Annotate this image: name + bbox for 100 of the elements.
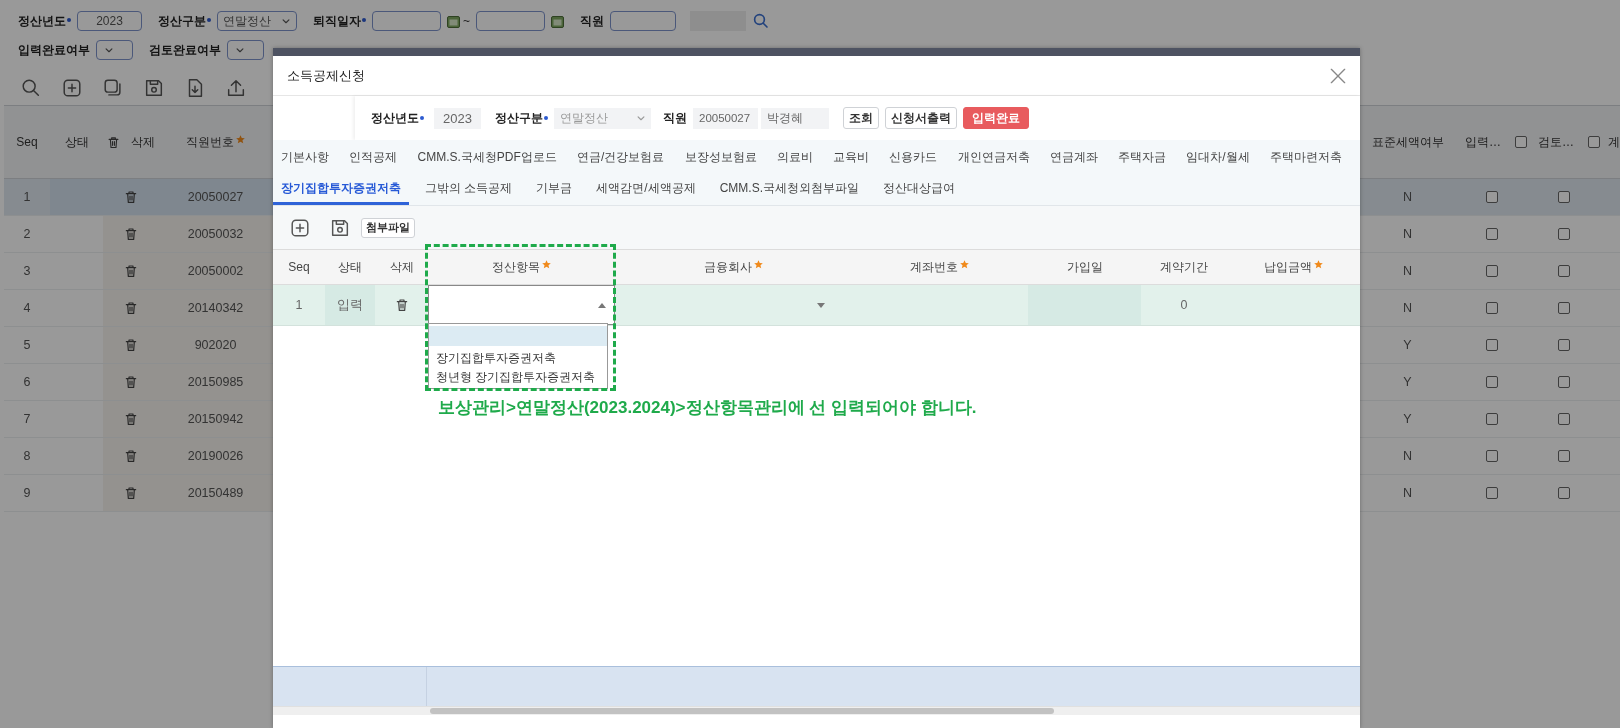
dropdown-option[interactable]: 장기집합투자증권저축 [429, 349, 607, 368]
checkbox[interactable] [1485, 376, 1498, 388]
checkbox[interactable] [1485, 413, 1498, 425]
add-icon[interactable] [61, 77, 83, 99]
column-header: 삭제 [131, 133, 155, 151]
table-cell: 20150489 [187, 486, 244, 500]
year-field[interactable]: 2023 [434, 107, 481, 129]
tab[interactable]: 임대차/월세 [1178, 143, 1258, 174]
column-header: 납입금액 [1264, 258, 1323, 276]
caret-up-icon[interactable] [598, 302, 606, 308]
checkbox[interactable] [1485, 302, 1498, 314]
checkbox[interactable] [1485, 339, 1498, 351]
year-field[interactable]: 2023 [77, 11, 142, 31]
table-cell: 3 [23, 264, 31, 278]
item-dropdown[interactable] [428, 285, 615, 325]
table-cell: 20150942 [187, 412, 244, 426]
column-header: 가입일 [1066, 258, 1103, 276]
checkbox[interactable] [1558, 487, 1570, 499]
required-star-icon [236, 134, 245, 144]
checkbox[interactable] [1588, 136, 1600, 148]
column-header: 계약기간 [1160, 258, 1208, 276]
tab[interactable]: 주택마련저축 [1261, 143, 1350, 174]
employee-field[interactable] [610, 11, 676, 31]
field-label: 입력완료여부 [18, 41, 90, 59]
calendar-icon[interactable] [447, 14, 460, 28]
action-button[interactable]: 신청서출력 [885, 107, 957, 129]
column-header: 직원번호 [186, 133, 245, 151]
trash-icon[interactable] [106, 134, 121, 150]
tab[interactable]: 연금/건강보험료 [569, 143, 673, 174]
tab[interactable]: 그밖의 소득공제 [417, 174, 521, 205]
caret-down-icon[interactable] [817, 302, 825, 308]
scrollbar-thumb[interactable] [430, 708, 1054, 714]
tab[interactable]: 주택자금 [1110, 143, 1175, 174]
checkbox[interactable] [1558, 228, 1570, 240]
column-header: Seq [16, 135, 38, 149]
dropdown[interactable]: 연말정산 [217, 11, 297, 31]
table-cell: 9 [23, 486, 31, 500]
date-field[interactable] [476, 11, 545, 31]
checkbox[interactable] [1558, 450, 1570, 462]
required-star-icon [753, 259, 763, 269]
checkbox[interactable] [1558, 376, 1570, 388]
tab[interactable]: 교육비 [825, 143, 878, 174]
checkbox[interactable] [1515, 136, 1527, 148]
upload-icon[interactable] [225, 77, 247, 99]
table-cell: 6 [23, 375, 31, 389]
tab[interactable]: 정산대상급여 [875, 174, 964, 205]
dropdown[interactable] [96, 40, 133, 60]
field-label: 정산구분 [158, 12, 211, 30]
tab[interactable]: 기부금 [528, 174, 581, 205]
tab[interactable]: 의료비 [768, 143, 821, 174]
search-icon[interactable] [752, 12, 770, 30]
dropdown[interactable] [227, 40, 264, 60]
date-field[interactable] [372, 11, 441, 31]
tab[interactable]: 세액감면/세액공제 [588, 174, 704, 205]
tab[interactable]: 기본사항 [273, 143, 337, 174]
checkbox[interactable] [1485, 450, 1498, 462]
checkbox[interactable] [1558, 339, 1570, 351]
table-cell: N [1403, 486, 1412, 500]
tab[interactable]: 보장성보험료 [676, 143, 765, 174]
checkbox[interactable] [1485, 487, 1498, 499]
checkbox[interactable] [1485, 265, 1498, 277]
add-icon[interactable] [289, 216, 311, 239]
column-header: 상태 [338, 258, 362, 276]
tab[interactable]: 신용카드 [881, 143, 946, 174]
table-cell: 1 [23, 190, 31, 204]
search-icon[interactable] [20, 77, 42, 99]
table-cell: 20050002 [187, 264, 244, 278]
tab[interactable]: 연금계좌 [1041, 143, 1106, 174]
tab[interactable]: CMM.S.국세청외첨부파일 [711, 174, 868, 205]
dropdown-option[interactable]: 청년형 장기집합투자증권저축 [429, 368, 607, 387]
annotation-note: 보상관리>연말정산(2023.2024)>정산항목관리에 선 입력되어야 합니다. [438, 397, 977, 419]
table-cell: Y [1403, 338, 1412, 352]
table-cell: 2 [23, 227, 31, 241]
field-label: 검토완료여부 [149, 41, 221, 59]
calendar-icon[interactable] [551, 14, 564, 28]
table-cell: 5 [23, 338, 31, 352]
table-cell: 4 [23, 301, 31, 315]
checkbox[interactable] [1485, 228, 1498, 240]
copy-icon[interactable] [102, 77, 124, 99]
checkbox[interactable] [1558, 413, 1570, 425]
column-header: 계 [1608, 133, 1620, 151]
tab[interactable]: 인적공제 [341, 143, 406, 174]
table-cell: 20190026 [187, 449, 244, 463]
column-header: 정산항목 [492, 258, 551, 276]
checkbox[interactable] [1558, 191, 1570, 203]
required-star-icon [542, 259, 551, 269]
column-header: Seq [288, 260, 310, 274]
action-button[interactable]: 조회 [843, 107, 879, 129]
tab[interactable]: 개인연금저축 [949, 143, 1038, 174]
save-icon[interactable] [143, 77, 165, 99]
required-star-icon [1314, 259, 1323, 269]
checkbox[interactable] [1485, 191, 1498, 203]
tab[interactable]: CMM.S.국세청PDF업로드 [409, 143, 565, 174]
table-cell: 8 [23, 449, 31, 463]
checkbox[interactable] [1558, 265, 1570, 277]
field-label: 직원 [663, 109, 687, 127]
attach-file-button[interactable]: 첨부파일 [361, 217, 415, 238]
column-header: 계좌번호 [910, 258, 969, 276]
employee-no-field[interactable]: 20050027 [693, 107, 758, 129]
checkbox[interactable] [1558, 302, 1570, 314]
